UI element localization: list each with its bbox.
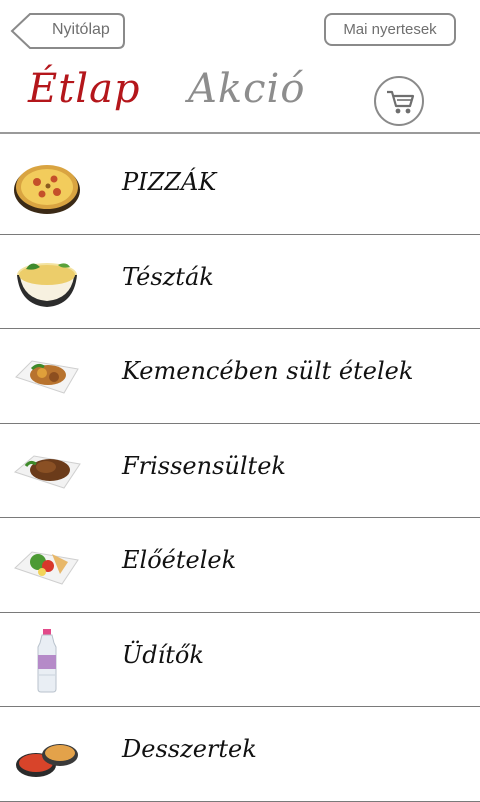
category-row-appetizers[interactable]: Előételek bbox=[0, 518, 480, 613]
category-label: Előételek bbox=[122, 546, 237, 574]
appetizer-plate-icon bbox=[14, 551, 79, 585]
water-bottle-icon bbox=[37, 628, 57, 692]
category-row-soft-drinks[interactable]: Üdítők bbox=[0, 613, 480, 707]
category-label: Frissensültek bbox=[122, 451, 286, 480]
category-list: PIZZÁK Tészták Kemencében sült ételek Fr… bbox=[0, 140, 480, 802]
top-bar: Nyitólap Mai nyertesek Étlap Akció bbox=[0, 0, 480, 135]
category-label: Tészták bbox=[122, 262, 214, 291]
shopping-cart-icon bbox=[387, 90, 415, 114]
daily-winners-button[interactable]: Mai nyertesek bbox=[324, 13, 456, 46]
category-row-oven-dishes[interactable]: Kemencében sült ételek bbox=[0, 329, 480, 424]
category-row-desserts[interactable]: Desszertek bbox=[0, 707, 480, 802]
category-label: Desszertek bbox=[122, 735, 257, 763]
home-back-button[interactable]: Nyitólap bbox=[10, 12, 126, 50]
header-divider bbox=[0, 132, 480, 134]
pasta-bowl-icon bbox=[17, 262, 77, 307]
oven-dish-icon bbox=[15, 360, 79, 394]
category-row-pizzas[interactable]: PIZZÁK bbox=[0, 140, 480, 235]
cart-button[interactable] bbox=[374, 76, 424, 126]
category-label: PIZZÁK bbox=[122, 168, 217, 196]
tab-promo[interactable]: Akció bbox=[188, 66, 305, 112]
pizza-icon bbox=[14, 165, 80, 214]
roast-meat-icon bbox=[13, 454, 81, 489]
dessert-icon bbox=[16, 744, 78, 777]
category-row-fried-dishes[interactable]: Frissensültek bbox=[0, 424, 480, 518]
category-label: Üdítők bbox=[122, 640, 204, 669]
category-row-pasta[interactable]: Tészták bbox=[0, 235, 480, 329]
category-label: Kemencében sült ételek bbox=[122, 357, 414, 385]
tab-menu[interactable]: Étlap bbox=[28, 66, 141, 112]
back-button-label: Nyitólap bbox=[52, 21, 110, 38]
